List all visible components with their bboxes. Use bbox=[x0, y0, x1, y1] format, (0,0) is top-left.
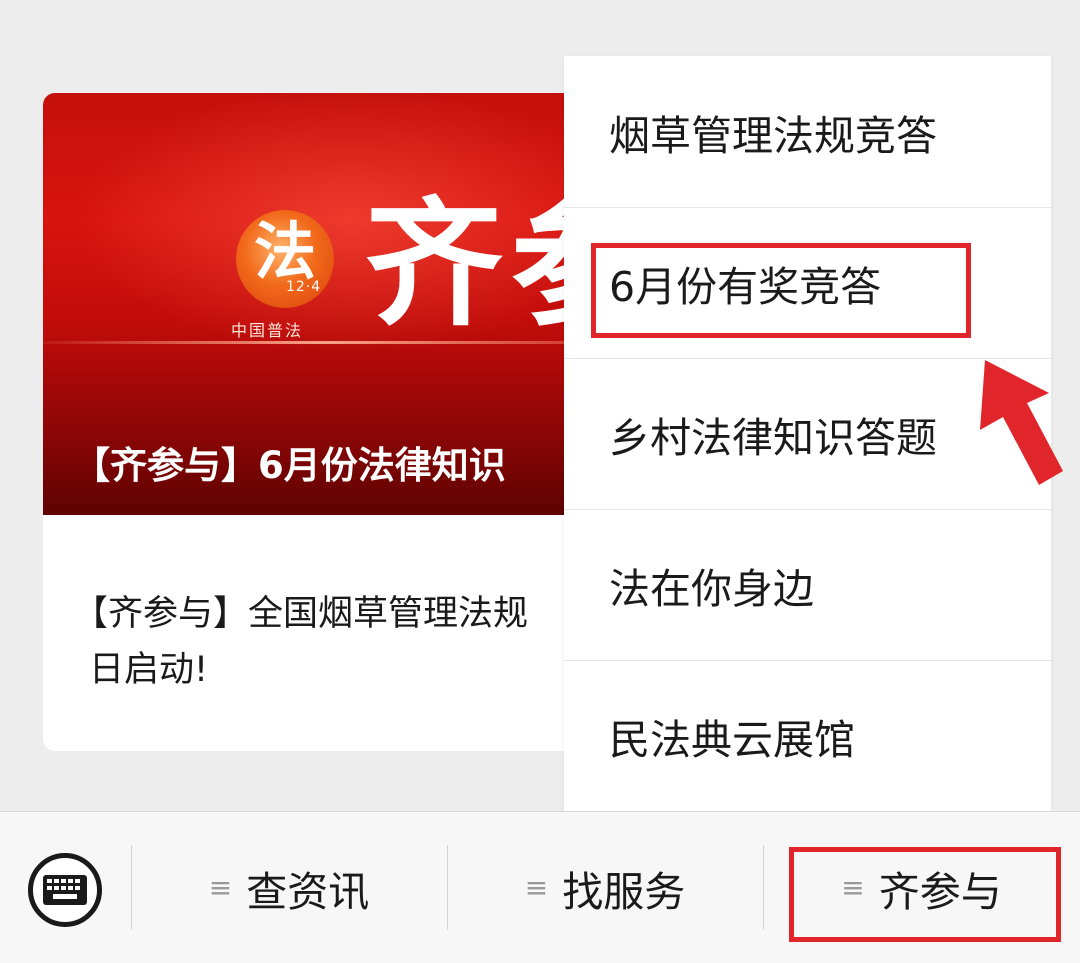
law-logo-number: 12·4 bbox=[286, 279, 322, 295]
article-description-line2: 日启动! bbox=[89, 650, 209, 690]
article-card[interactable]: 法 12·4 中国普法 齐参 【齐参与】6月份法律知识 【齐参与】全国烟草管理法… bbox=[43, 93, 603, 751]
tab-services[interactable]: ≡ 找服务 bbox=[447, 812, 763, 963]
keyboard-icon bbox=[43, 875, 87, 905]
menu-item-label: 乡村法律知识答题 bbox=[609, 413, 937, 462]
menu-item-law-around-you[interactable]: 法在你身边 bbox=[564, 509, 1051, 661]
tab-label: 查资讯 bbox=[246, 867, 370, 916]
article-banner-image: 法 12·4 中国普法 齐参 【齐参与】6月份法律知识 bbox=[43, 93, 603, 515]
tab-news[interactable]: ≡ 查资讯 bbox=[131, 812, 447, 963]
article-description: 【齐参与】全国烟草管理法规 日启动! bbox=[73, 586, 603, 698]
law-logo-caption: 中国普法 bbox=[231, 321, 304, 340]
tab-label: 找服务 bbox=[562, 867, 686, 916]
red-arrow-icon bbox=[980, 360, 1063, 485]
law-logo-char: 法 bbox=[253, 215, 316, 288]
banner-caption: 【齐参与】6月份法律知识 bbox=[73, 444, 506, 487]
menu-lines-icon: ≡ bbox=[208, 871, 233, 904]
highlight-box-tab bbox=[789, 847, 1061, 942]
menu-item-label: 法在你身边 bbox=[609, 564, 814, 613]
menu-item-civil-code-exhibition[interactable]: 民法典云展馆 bbox=[564, 660, 1051, 811]
menu-item-label: 烟草管理法规竞答 bbox=[609, 111, 937, 160]
menu-item-label: 民法典云展馆 bbox=[609, 715, 855, 764]
highlight-box-menu-item bbox=[591, 243, 971, 338]
menu-item-tobacco-quiz[interactable]: 烟草管理法规竞答 bbox=[564, 56, 1051, 208]
keyboard-toggle-button[interactable] bbox=[28, 853, 102, 927]
article-description-line1: 【齐参与】全国烟草管理法规 bbox=[73, 594, 529, 634]
menu-lines-icon: ≡ bbox=[524, 871, 549, 904]
